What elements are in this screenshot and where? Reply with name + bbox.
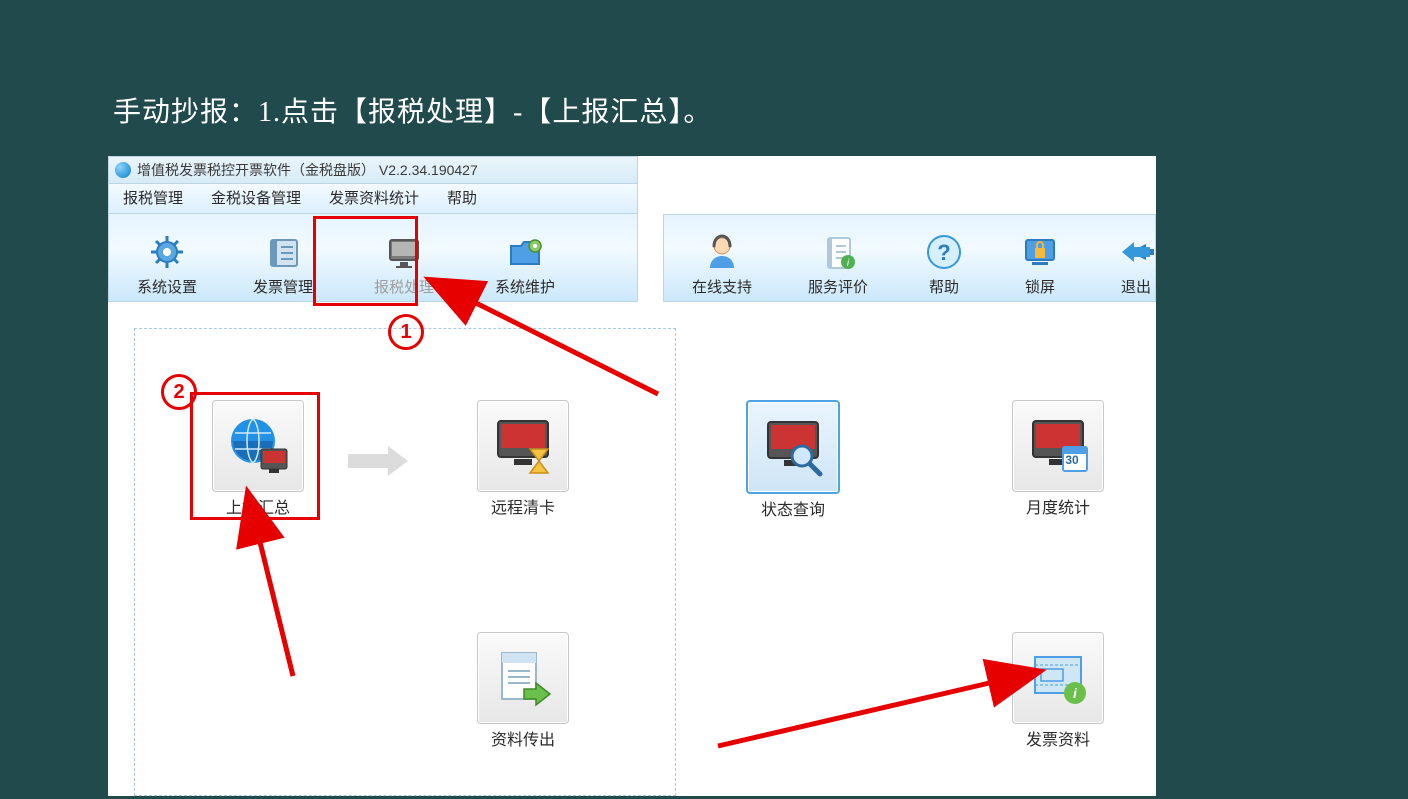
menu-help[interactable]: 帮助	[433, 185, 491, 213]
toolbar-exit[interactable]: 退出	[1088, 215, 1184, 301]
toolbar-service-rating[interactable]: i 服务评价	[780, 215, 896, 301]
toolbar-label: 发票管理	[253, 276, 313, 297]
window-title-text: 增值税发票税控开票软件（金税盘版） V2.2.34.190427	[137, 160, 478, 180]
toolbar-label: 锁屏	[1025, 276, 1055, 297]
anno-box-step2	[190, 392, 320, 520]
toolbar-label: 系统设置	[137, 276, 197, 297]
app-logo-icon	[115, 162, 131, 178]
func-label: 月度统计	[1026, 494, 1090, 518]
toolbar-help[interactable]: ? 帮助	[896, 215, 992, 301]
toolbar-label: 服务评价	[808, 276, 868, 297]
folder-gear-icon	[505, 232, 545, 272]
func-label: 远程清卡	[491, 494, 555, 518]
anno-number-2: 2	[161, 374, 197, 410]
toolbar-system-settings[interactable]: 系统设置	[109, 214, 225, 301]
monitor-calendar-icon	[1027, 415, 1089, 477]
menu-tax-manage[interactable]: 报税管理	[109, 185, 197, 213]
menu-invoice-stats[interactable]: 发票资料统计	[315, 185, 433, 213]
func-invoice-data[interactable]: i 发票资料	[1003, 632, 1113, 750]
func-label: 发票资料	[1026, 726, 1090, 750]
menubar: 报税管理 金税设备管理 发票资料统计 帮助	[108, 184, 638, 214]
monitor-search-icon	[762, 416, 824, 478]
toolbar-system-maintain[interactable]: 系统维护	[467, 214, 583, 301]
func-remote-clear[interactable]: 远程清卡	[468, 400, 578, 518]
flow-arrow-icon	[343, 436, 413, 491]
toolbar-label: 系统维护	[495, 276, 555, 297]
anno-box-step1	[313, 216, 418, 306]
notepad-icon: i	[818, 232, 858, 272]
toolbar-lock-screen[interactable]: 锁屏	[992, 215, 1088, 301]
toolbar-online-support[interactable]: 在线支持	[664, 215, 780, 301]
gear-icon	[147, 232, 187, 272]
invoice-info-icon: i	[1027, 647, 1089, 709]
back-arrow-icon	[1116, 232, 1156, 272]
toolbar-label: 退出	[1121, 276, 1151, 297]
toolbar-label: 帮助	[929, 276, 959, 297]
func-status-query[interactable]: 状态查询	[738, 400, 848, 520]
ledger-icon	[263, 232, 303, 272]
toolbar-label: 在线支持	[692, 276, 752, 297]
app-screenshot-region: 增值税发票税控开票软件（金税盘版） V2.2.34.190427 报税管理 金税…	[108, 156, 1156, 796]
doc-arrow-icon	[492, 647, 554, 709]
calendar-badge: 30	[1065, 453, 1078, 467]
anno-number-1: 1	[388, 314, 424, 350]
lock-screen-icon	[1020, 232, 1060, 272]
instruction-caption: 手动抄报：1.点击【报税处理】-【上报汇总】。	[113, 90, 712, 130]
func-month-stats[interactable]: 30 月度统计	[1003, 400, 1113, 518]
monitor-hourglass-icon	[492, 415, 554, 477]
func-label: 资料传出	[491, 726, 555, 750]
support-icon	[702, 232, 742, 272]
func-label: 状态查询	[761, 496, 825, 520]
help-icon: ?	[924, 232, 964, 272]
toolbar-secondary: 在线支持 i 服务评价 ? 帮助 锁屏	[663, 214, 1156, 302]
anno-arrow-3	[708, 656, 1028, 756]
menu-device-manage[interactable]: 金税设备管理	[197, 185, 315, 213]
window-titlebar: 增值税发票税控开票软件（金税盘版） V2.2.34.190427	[108, 156, 638, 184]
func-data-export[interactable]: 资料传出	[468, 632, 578, 750]
svg-text:?: ?	[937, 240, 950, 265]
